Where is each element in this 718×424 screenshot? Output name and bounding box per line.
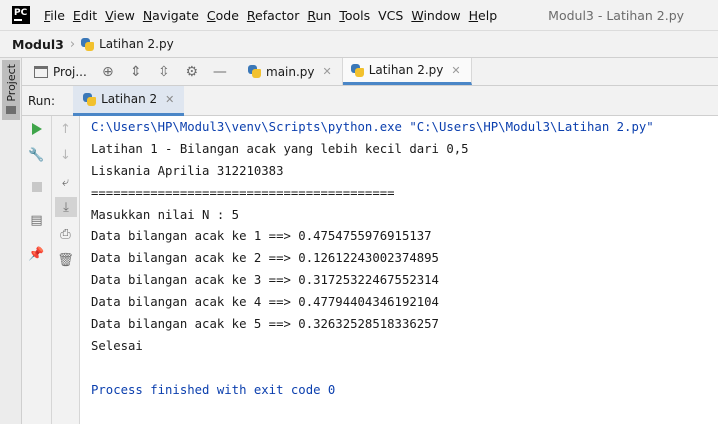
pycharm-logo-icon: PC xyxy=(12,6,30,24)
trash-icon[interactable]: 🗑 xyxy=(52,250,79,270)
menu-code[interactable]: Code xyxy=(207,8,239,23)
arrow-down-icon[interactable]: ↓ xyxy=(52,145,79,165)
breadcrumb-file[interactable]: Latihan 2.py xyxy=(99,37,174,51)
close-icon[interactable]: ✕ xyxy=(323,65,332,78)
project-toolbar: Proj... ⊕ ⇕ ⇳ ⚙ — xyxy=(22,58,240,86)
stop-button[interactable] xyxy=(22,177,51,197)
window-title: Modul3 - Latihan 2.py xyxy=(548,7,685,23)
locate-target-icon[interactable]: ⊕ xyxy=(101,64,115,80)
run-tab-latihan-2[interactable]: Latihan 2 ✕ xyxy=(73,85,185,116)
rerun-button[interactable] xyxy=(22,119,51,139)
stop-icon xyxy=(31,182,42,192)
run-header: Run: Latihan 2 ✕ xyxy=(22,85,718,116)
minimize-icon[interactable]: — xyxy=(213,64,227,80)
gear-icon[interactable]: ⚙ xyxy=(185,64,199,80)
wrench-icon[interactable]: 🔧 xyxy=(22,145,51,165)
layout-icon[interactable]: ▤ xyxy=(22,210,51,230)
console-line: Data bilangan acak ke 2 ==> 0.1261224300… xyxy=(91,251,439,266)
run-tab-label: Latihan 2 xyxy=(101,92,158,106)
expand-all-icon[interactable]: ⇕ xyxy=(129,64,143,80)
console-line: Data bilangan acak ke 4 ==> 0.4779440434… xyxy=(91,295,439,310)
menu-vcs[interactable]: VCS xyxy=(378,8,403,23)
close-icon[interactable]: ✕ xyxy=(451,64,460,77)
tab-label: main.py xyxy=(266,64,315,79)
scroll-to-end-icon[interactable]: ⤓ xyxy=(55,197,77,217)
python-file-icon xyxy=(81,37,95,51)
print-icon[interactable]: ⎙ xyxy=(52,224,79,244)
play-icon xyxy=(31,123,42,135)
collapse-all-icon[interactable]: ⇳ xyxy=(157,64,171,80)
left-tool-strip: Project xyxy=(0,58,22,424)
tab-label: Latihan 2.py xyxy=(368,63,444,77)
console-line: Data bilangan acak ke 5 ==> 0.3263252851… xyxy=(91,317,439,332)
run-label: Run: xyxy=(28,93,56,108)
console-line: Masukkan nilai N : 5 xyxy=(91,207,240,222)
pin-icon[interactable]: 📌 xyxy=(22,244,51,264)
menu-run[interactable]: Run xyxy=(307,8,331,23)
project-tab-label: Project xyxy=(4,64,18,102)
python-file-icon xyxy=(83,92,97,106)
tab-latihan-2-py[interactable]: Latihan 2.py ✕ xyxy=(342,58,472,85)
chevron-right-icon: › xyxy=(69,36,76,52)
close-icon[interactable]: ✕ xyxy=(165,93,174,106)
console-line: ========================================… xyxy=(91,185,395,200)
console-line: Latihan 1 - Bilangan acak yang lebih kec… xyxy=(91,141,469,156)
project-window-icon xyxy=(34,65,48,78)
python-file-icon xyxy=(350,63,364,77)
python-file-icon xyxy=(248,65,261,78)
tab-main-py[interactable]: main.py ✕ xyxy=(240,58,343,85)
arrow-up-icon[interactable]: ↑ xyxy=(52,119,79,139)
breadcrumb-project[interactable]: Modul3 xyxy=(12,37,64,52)
console-line: Data bilangan acak ke 1 ==> 0.4754755976… xyxy=(91,229,432,244)
menu-edit[interactable]: Edit xyxy=(73,8,97,23)
console-line: Data bilangan acak ke 3 ==> 0.3172532246… xyxy=(91,273,439,288)
menu-refactor[interactable]: Refactor xyxy=(247,8,299,23)
console-command-line: C:\Users\HP\Modul3\venv\Scripts\python.e… xyxy=(91,120,654,134)
project-panel-label[interactable]: Proj... xyxy=(53,65,87,79)
console-exit-message: Process finished with exit code 0 xyxy=(91,382,336,397)
menu-view[interactable]: View xyxy=(105,8,135,23)
menu-navigate[interactable]: Navigate xyxy=(143,8,199,23)
menu-file[interactable]: File xyxy=(44,8,65,23)
run-actions-primary: 🔧 ▤ 📌 xyxy=(22,116,52,424)
run-console[interactable]: C:\Users\HP\Modul3\venv\Scripts\python.e… xyxy=(80,116,718,424)
editor-tabs: main.py ✕ Latihan 2.py ✕ xyxy=(240,58,718,86)
soft-wrap-icon[interactable]: ⤶ xyxy=(52,172,79,192)
run-actions-secondary: ↑ ↓ ⤶ ⤓ ⎙ 🗑 xyxy=(52,116,80,424)
breadcrumb: Modul3 › Latihan 2.py xyxy=(0,30,718,58)
console-line: Liskania Aprilia 312210383 xyxy=(91,163,284,178)
menu-window[interactable]: Window xyxy=(411,8,460,23)
menu-bar: PC File Edit View Navigate Code Refactor… xyxy=(0,0,718,30)
console-line: Selesai xyxy=(91,338,143,353)
folder-icon xyxy=(6,105,16,114)
menu-help[interactable]: Help xyxy=(469,8,498,23)
project-tool-tab[interactable]: Project xyxy=(2,60,20,120)
menu-tools[interactable]: Tools xyxy=(339,8,370,23)
